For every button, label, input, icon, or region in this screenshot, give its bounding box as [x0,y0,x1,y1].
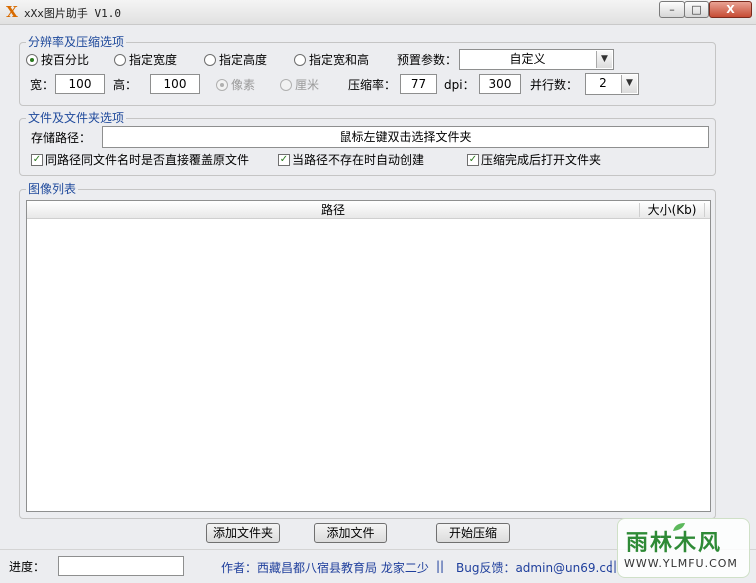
height-input[interactable]: 100 [150,74,200,94]
author-text: 作者：西藏昌都八宿县教育局 龙家二少 [221,561,429,575]
width-label: 宽： [30,78,55,92]
watermark-logo: 雨林木风 WWW.YLMFU.COM [617,518,750,578]
radio-percent-label: 按百分比 [41,53,90,67]
preset-label: 预置参数： [397,53,458,67]
leaf-icon [672,521,686,531]
maximize-button[interactable]: □ [684,1,709,18]
radio-width-label: 指定宽度 [129,53,178,67]
separator: || [436,559,445,573]
minimize-button[interactable]: – [659,1,685,18]
image-list-legend: 图像列表 [26,182,79,196]
list-header: 路径 大小(Kb) [27,201,710,219]
preset-select[interactable]: 自定义 ▼ [459,49,614,70]
radio-pixel[interactable] [216,79,228,91]
chevron-down-icon[interactable]: ▼ [596,51,612,68]
height-label: 高： [113,78,138,92]
folder-group-legend: 文件及文件夹选项 [26,111,127,125]
resolution-group-legend: 分辨率及压缩选项 [26,35,127,49]
parallel-label: 并行数： [530,78,579,92]
radio-height-label: 指定高度 [219,53,268,67]
overwrite-checkbox[interactable]: ✓ [31,154,43,166]
chevron-down-icon[interactable]: ▼ [621,75,637,93]
column-header-size[interactable]: 大小(Kb) [641,202,703,218]
column-header-path[interactable]: 路径 [27,202,639,218]
progress-bar [58,556,184,576]
dpi-input[interactable]: 300 [479,74,521,94]
window-title: xXx图片助手 V1.0 [24,7,121,20]
auto-create-checkbox-label: 当路径不存在时自动创建 [292,153,425,167]
column-divider [639,203,640,217]
preset-value: 自定义 [509,52,546,66]
add-folder-button[interactable]: 添加文件夹 [206,523,280,543]
title-bar: X xXx图片助手 V1.0 – □ X [0,0,756,25]
bug-report-link[interactable]: Bug反馈：admin@un69.cc [456,559,613,576]
watermark-url: WWW.YLMFU.COM [624,557,738,570]
overwrite-checkbox-label: 同路径同文件名时是否直接覆盖原文件 [45,153,250,167]
radio-width-height-label: 指定宽和高 [309,53,370,67]
width-input[interactable]: 100 [55,74,105,94]
save-path-input[interactable]: 鼠标左键双击选择文件夹 [102,126,709,148]
open-folder-checkbox-label: 压缩完成后打开文件夹 [481,153,602,167]
radio-width-height[interactable] [294,54,306,66]
radio-percent[interactable] [26,54,38,66]
parallel-select[interactable]: 2 ▼ [585,73,639,95]
auto-create-checkbox[interactable]: ✓ [278,154,290,166]
app-icon: X [6,3,18,21]
add-file-button[interactable]: 添加文件 [314,523,387,543]
separator: || [609,559,618,573]
compression-label: 压缩率： [348,78,397,92]
image-list-view[interactable]: 路径 大小(Kb) [26,200,711,512]
dpi-label: dpi： [444,78,475,92]
radio-cm[interactable] [280,79,292,91]
start-compress-button[interactable]: 开始压缩 [436,523,510,543]
parallel-value: 2 [599,76,607,90]
save-path-label: 存储路径： [31,131,92,145]
column-divider [704,203,705,217]
close-button[interactable]: X [709,1,752,18]
radio-pixel-label: 像素 [231,78,256,92]
compression-input[interactable]: 77 [400,74,437,94]
radio-width[interactable] [114,54,126,66]
radio-height[interactable] [204,54,216,66]
open-folder-checkbox[interactable]: ✓ [467,154,479,166]
radio-cm-label: 厘米 [295,78,320,92]
progress-label: 进度： [9,560,46,574]
